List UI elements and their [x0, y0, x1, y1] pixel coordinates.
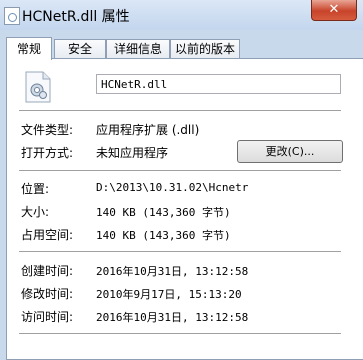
- created-value: 2016年10月31日, 13:12:58: [96, 265, 249, 278]
- general-panel: HCNetR.dll 文件类型: 应用程序扩展 (.dll) 打开方式: 未知应…: [6, 58, 363, 360]
- file-name-field[interactable]: HCNetR.dll: [96, 74, 341, 94]
- tab-security[interactable]: 安全: [54, 39, 106, 59]
- created-label: 创建时间:: [21, 264, 74, 278]
- file-type-label: 文件类型:: [21, 123, 74, 137]
- separator: [19, 251, 341, 252]
- change-button[interactable]: 更改(C)...: [237, 140, 343, 163]
- dll-gear-file-icon: [25, 71, 51, 103]
- tab-details[interactable]: 详细信息: [106, 39, 170, 59]
- size-on-disk-label: 占用空间:: [21, 228, 74, 242]
- dll-file-icon: [4, 7, 20, 25]
- modified-value: 2010年9月17日, 15:13:20: [96, 288, 242, 301]
- tab-previous-versions[interactable]: 以前的版本: [170, 39, 240, 59]
- close-button[interactable]: ✕: [311, 0, 357, 21]
- accessed-value: 2016年10月31日, 13:12:58: [96, 311, 249, 324]
- file-type-value: 应用程序扩展 (.dll): [96, 123, 200, 137]
- location-label: 位置:: [21, 182, 50, 196]
- title-bar: HCNetR.dll 属性 ✕: [0, 0, 363, 30]
- separator: [19, 170, 341, 171]
- open-with-label: 打开方式:: [21, 146, 74, 160]
- separator: [19, 333, 341, 334]
- modified-label: 修改时间:: [21, 287, 74, 301]
- accessed-label: 访问时间:: [21, 310, 74, 324]
- size-label: 大小:: [21, 205, 50, 219]
- window-title: HCNetR.dll 属性: [22, 9, 130, 25]
- location-value: D:\2013\10.31.02\Hcnetr: [96, 181, 249, 194]
- size-on-disk-value: 140 KB (143,360 字节): [96, 229, 231, 242]
- tab-general[interactable]: 常规: [6, 37, 52, 60]
- open-with-value: 未知应用程序: [96, 146, 169, 160]
- separator: [19, 110, 341, 111]
- size-value: 140 KB (143,360 字节): [96, 206, 231, 219]
